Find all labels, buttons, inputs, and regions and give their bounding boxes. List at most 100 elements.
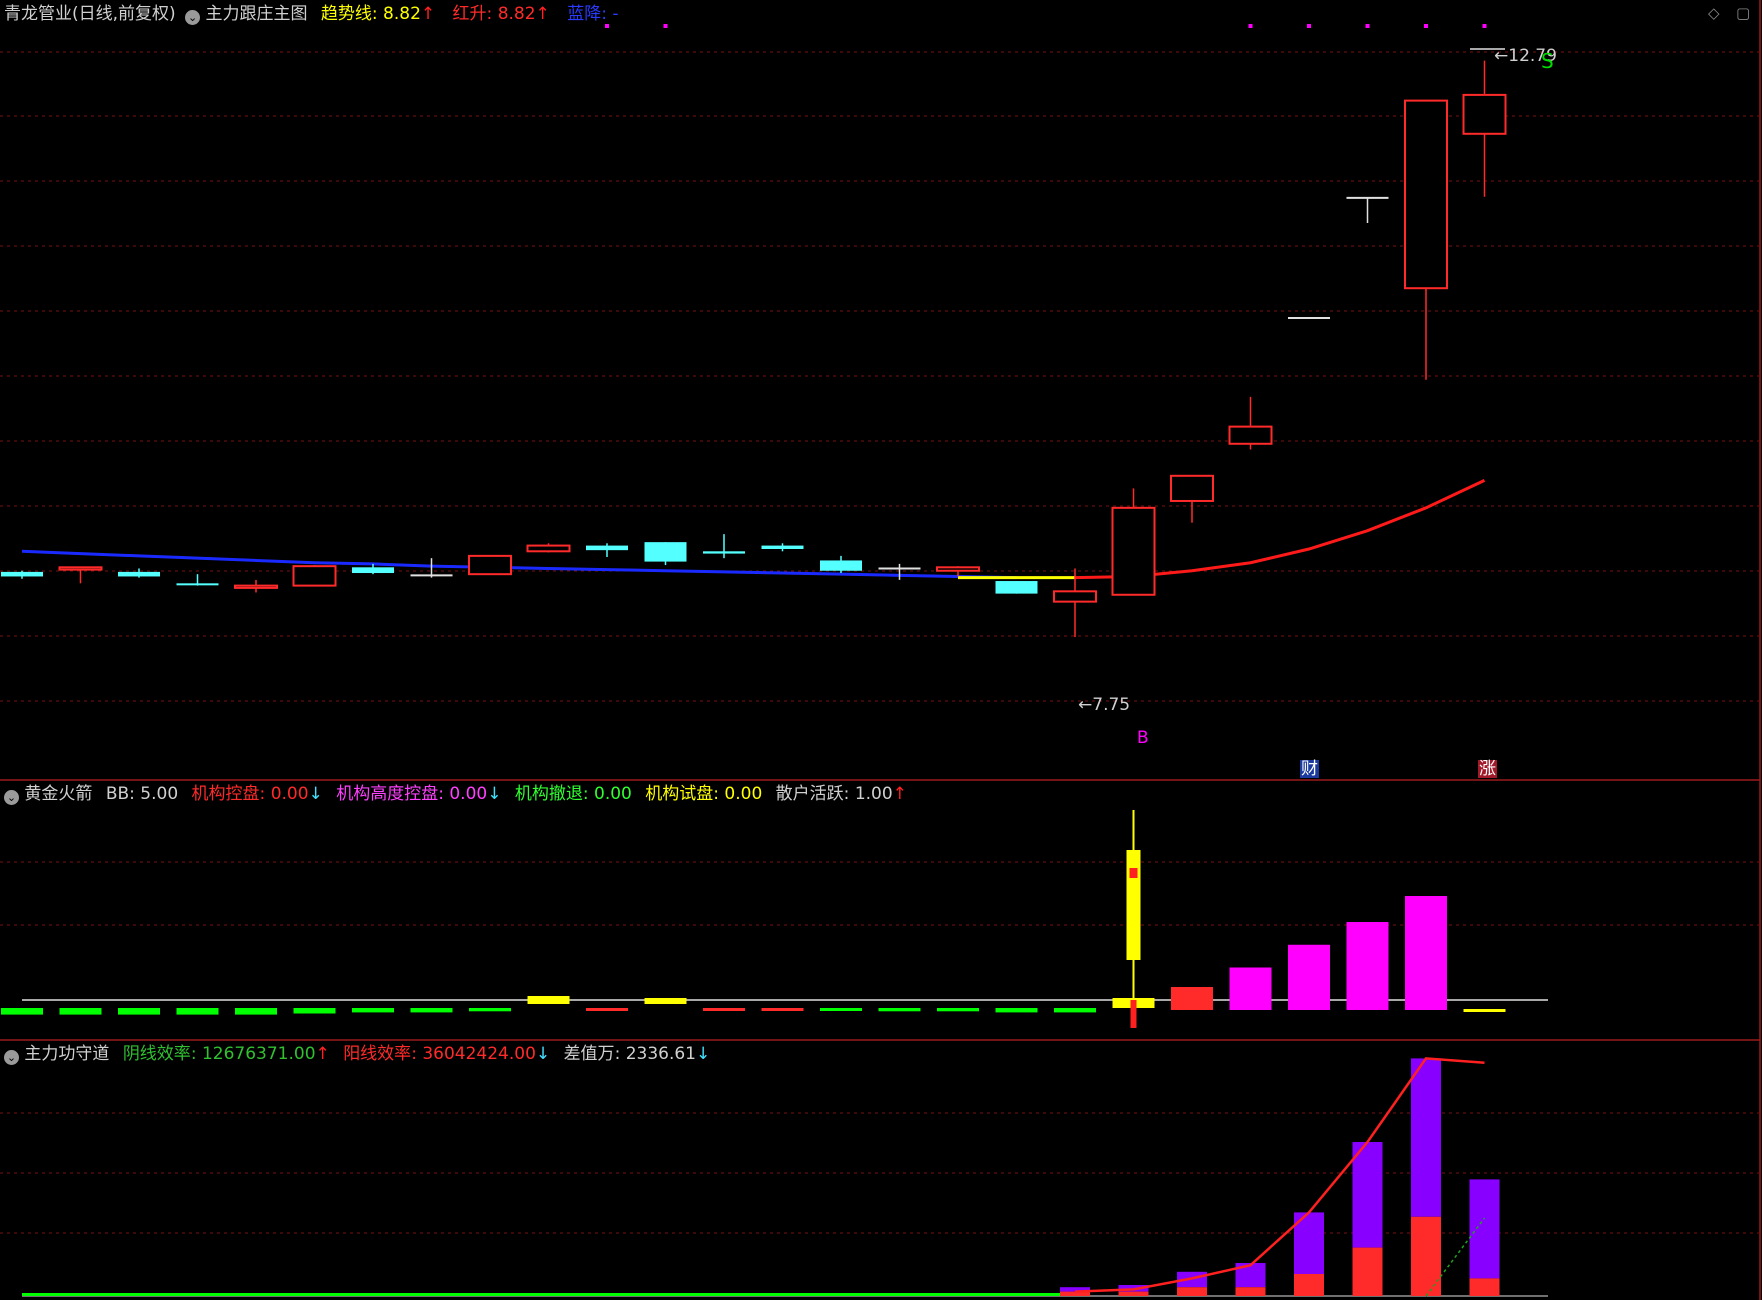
candle-body (1111, 506, 1156, 596)
candle-body (526, 544, 571, 553)
f1-label: 阴线效率 (122, 1044, 191, 1064)
rocket-flame (1130, 1000, 1137, 1028)
candle-body (468, 554, 512, 576)
baseline-green (22, 1293, 1072, 1296)
rocket-bar (761, 1008, 804, 1011)
rocket-bar (995, 1008, 1038, 1013)
volume-bar-red (1411, 1216, 1441, 1296)
candle-body (1170, 474, 1214, 502)
f1-label: 机构控盘 (191, 784, 260, 804)
candle-body (352, 567, 394, 574)
rocket-bar (1405, 896, 1447, 1010)
maximize-icon[interactable]: ▢ (1736, 4, 1750, 22)
candle-body (644, 542, 687, 562)
volume-bar-red (1177, 1287, 1207, 1296)
red-value: 8.82 (497, 4, 536, 24)
f4-value: 0.00 (724, 784, 763, 804)
f2-value: 36042424.00 (422, 1044, 536, 1064)
pink-dot (663, 24, 668, 28)
f2-label: 阳线效率 (343, 1044, 412, 1064)
panel3-header: ⌄ 主力功守道 阴线效率: 12676371.00↑ 阳线效率: 3604242… (0, 1041, 710, 1067)
pink-dot (1365, 24, 1370, 28)
f3-label: 差值万 (563, 1044, 615, 1064)
chart-canvas[interactable] (0, 0, 1762, 1300)
arrow-up-icon: ↑ (315, 1044, 330, 1064)
rocket-bar (410, 1008, 453, 1013)
candle-body (176, 583, 219, 586)
f4-label: 机构试盘 (645, 784, 714, 804)
rocket-bar (176, 1008, 219, 1015)
rocket-bar (352, 1008, 394, 1013)
arrow-left-icon: ← (1078, 695, 1093, 715)
chevron-down-icon[interactable]: ⌄ (4, 1050, 19, 1065)
rocket-bar (878, 1008, 921, 1012)
rocket-bar (118, 1008, 160, 1015)
candle-body (1462, 93, 1507, 135)
low-value: 7.75 (1092, 695, 1131, 715)
rocket-bar (59, 1008, 102, 1015)
rocket-bar (1463, 1009, 1506, 1012)
blue-value: - (612, 4, 619, 24)
main-header: 青龙管业(日线,前复权) ⌄ 主力跟庄主图 趋势线: 8.82↑ 红升: 8.8… (4, 4, 619, 25)
rocket-bar (1, 1008, 43, 1015)
sell-marker: S (1541, 49, 1554, 73)
pink-dot (1248, 24, 1253, 28)
f5-label: 散户活跃 (775, 784, 844, 804)
arrow-down-icon: ↓ (696, 1044, 711, 1064)
candle-body (1228, 425, 1273, 445)
candle-body (703, 551, 745, 554)
arrow-up-icon: ↑ (420, 4, 436, 24)
candle-body (995, 581, 1038, 594)
candle-body (1053, 590, 1097, 603)
arrow-up-icon: ↑ (892, 784, 907, 804)
arrow-down-icon: ↓ (535, 1044, 551, 1064)
candle-body (1, 571, 43, 577)
rocket-bar (1288, 944, 1330, 1010)
trend-label: 趋势线 (320, 4, 372, 24)
f2-label: 机构高度控盘 (336, 784, 439, 804)
f3-value: 2336.61 (625, 1044, 697, 1064)
rocket-bar (1054, 1008, 1096, 1013)
volume-bar-red (1235, 1287, 1266, 1296)
diamond-icon[interactable]: ◇ (1708, 4, 1720, 22)
badge-zhang: 涨 (1478, 759, 1497, 779)
arrow-down-icon: ↓ (308, 784, 323, 804)
chevron-down-icon[interactable]: ⌄ (4, 790, 19, 805)
blue-label: 蓝降 (567, 4, 602, 24)
pink-dot (1307, 24, 1311, 28)
panel2-name[interactable]: 黄金火箭 (24, 784, 92, 804)
volume-bar-purple (1352, 1142, 1383, 1248)
trend-value: 8.82 (383, 4, 421, 24)
rocket-bar (469, 1008, 511, 1012)
rocket-bar (644, 998, 687, 1004)
arrow-left-icon: ← (1494, 46, 1509, 66)
candle-body (234, 584, 278, 589)
f3-value: 0.00 (594, 784, 632, 804)
red-label: 红升 (452, 4, 487, 24)
chevron-down-icon[interactable]: ⌄ (185, 10, 201, 25)
candle-body (586, 545, 628, 551)
volume-bar-red (1118, 1291, 1149, 1296)
badge-cai: 财 (1300, 759, 1319, 779)
panel2-header: ⌄ 黄金火箭 BB: 5.00 机构控盘: 0.00↓ 机构高度控盘: 0.00… (0, 781, 907, 807)
f2-value: 0.00 (449, 784, 488, 804)
pink-dot (1424, 24, 1428, 28)
rocket-bar (527, 996, 570, 1004)
f3-label: 机构撤退 (514, 784, 583, 804)
stock-title[interactable]: 青龙管业(日线,前复权) (4, 4, 176, 24)
rocket-window (1129, 868, 1138, 878)
buy-marker: B (1137, 728, 1149, 748)
f5-value: 1.00 (854, 784, 893, 804)
bb-value: 5.00 (140, 784, 179, 804)
volume-bar-red (1294, 1274, 1324, 1296)
indicator-name[interactable]: 主力跟庄主图 (205, 4, 307, 24)
candle-body (761, 545, 804, 550)
candle-body (1404, 99, 1448, 290)
rocket-bar (937, 1008, 979, 1012)
arrow-up-icon: ↑ (535, 4, 550, 24)
pink-dot (1482, 24, 1487, 28)
volume-bar-purple (1469, 1179, 1500, 1279)
volume-bar-purple (1411, 1058, 1441, 1217)
candle-body (820, 560, 862, 571)
panel3-name[interactable]: 主力功守道 (24, 1044, 109, 1064)
